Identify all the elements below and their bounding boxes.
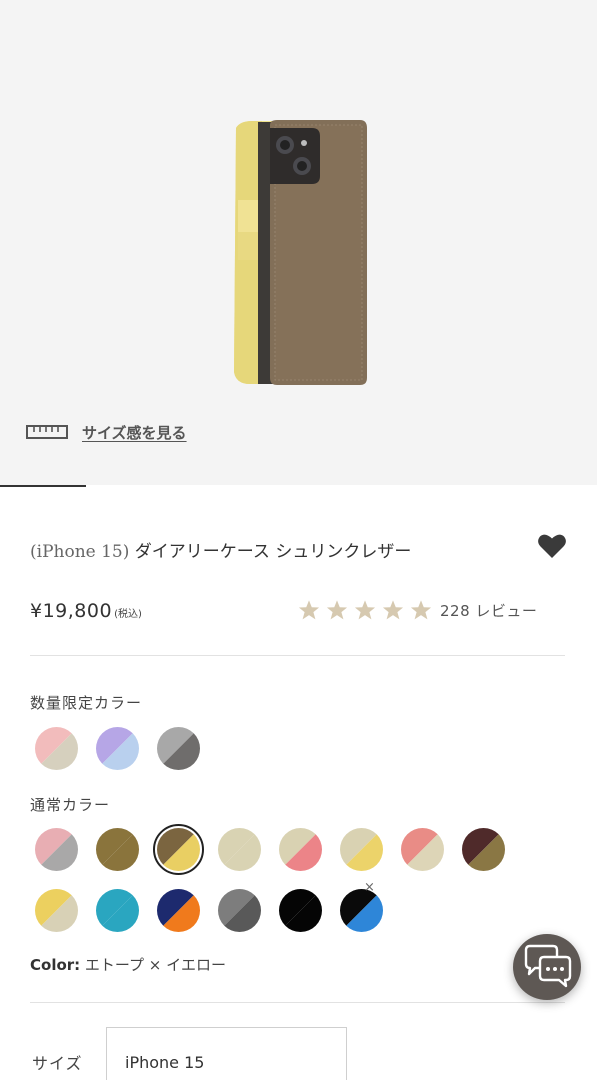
size-select-value: iPhone 15	[125, 1053, 205, 1072]
star-icon	[410, 600, 432, 620]
chat-bubbles-icon	[524, 944, 572, 988]
regular-color-swatch[interactable]	[96, 828, 139, 871]
price: ¥19,800 (税込)	[30, 600, 142, 622]
regular-color-swatch[interactable]	[218, 889, 261, 932]
size-guide-label: サイズ感を見る	[82, 423, 187, 442]
product-image-area: サイズ感を見る	[0, 0, 597, 485]
limited-color-swatch[interactable]	[157, 727, 200, 770]
price-value: ¥19,800	[30, 600, 113, 622]
limited-color-swatch[interactable]	[96, 727, 139, 770]
star-icon	[298, 600, 320, 620]
divider	[30, 655, 565, 656]
regular-color-swatch[interactable]	[157, 889, 200, 932]
limited-colors-label: 数量限定カラー	[30, 694, 143, 712]
ruler-icon	[26, 425, 68, 439]
rating[interactable]: 228 レビュー	[298, 599, 537, 621]
regular-color-swatch[interactable]	[218, 828, 261, 871]
regular-color-swatch[interactable]	[157, 828, 200, 871]
star-icon	[382, 600, 404, 620]
regular-color-swatch[interactable]	[401, 828, 444, 871]
star-icon	[354, 600, 376, 620]
regular-color-swatch[interactable]	[340, 889, 383, 932]
divider	[30, 1002, 565, 1003]
regular-color-swatch[interactable]	[35, 889, 78, 932]
product-title: (iPhone 15) ダイアリーケース シュリンクレザー	[30, 537, 411, 562]
review-count-link[interactable]: 228 レビュー	[440, 600, 537, 621]
regular-color-swatch[interactable]	[96, 889, 139, 932]
regular-color-swatch[interactable]	[279, 889, 322, 932]
product-name: ダイアリーケース シュリンクレザー	[129, 542, 412, 562]
limited-color-swatch[interactable]	[35, 727, 78, 770]
selected-color-value: エトープ × イエロー	[80, 956, 226, 974]
star-icon	[326, 600, 348, 620]
regular-color-swatch[interactable]	[462, 828, 505, 871]
tax-label: (税込)	[114, 609, 142, 620]
size-label: サイズ	[32, 1054, 83, 1073]
size-guide-link[interactable]: サイズ感を見る	[26, 420, 187, 444]
heart-icon[interactable]	[537, 532, 567, 560]
product-model: (iPhone 15)	[30, 542, 130, 562]
size-select[interactable]: iPhone 15	[106, 1027, 347, 1080]
chat-button[interactable]	[513, 934, 581, 1000]
selected-color-label: Color:	[30, 956, 81, 974]
product-photo	[0, 0, 597, 485]
regular-color-swatch[interactable]	[340, 828, 383, 871]
regular-color-swatch[interactable]	[35, 828, 78, 871]
regular-color-swatch[interactable]	[279, 828, 322, 871]
regular-colors-label: 通常カラー	[30, 796, 111, 814]
selected-color: Color: エトープ × イエロー	[30, 954, 226, 975]
image-tab-indicator	[0, 485, 86, 487]
